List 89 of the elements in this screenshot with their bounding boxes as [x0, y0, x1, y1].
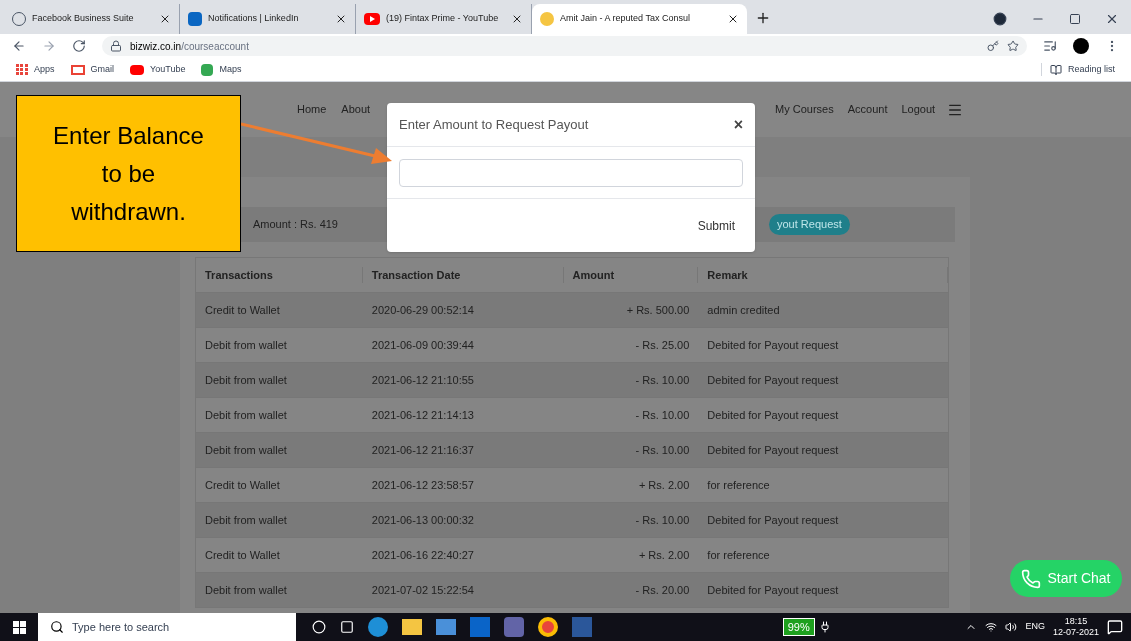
volume-icon[interactable] [1005, 621, 1018, 633]
table-cell-text: + Rs. 2.00 [637, 477, 691, 493]
nav-link[interactable]: My Courses [775, 101, 834, 118]
book-icon[interactable] [1049, 63, 1062, 76]
amount-input-field[interactable] [399, 158, 743, 187]
close-icon[interactable] [335, 13, 347, 25]
table-cell-text: Debit from wallet [204, 407, 288, 423]
table-cell-text: Debit from wallet [204, 337, 288, 353]
close-button[interactable]: × [733, 112, 743, 137]
notifications-icon[interactable] [1107, 619, 1123, 635]
queue-icon[interactable] [1043, 39, 1057, 53]
table-cell-text: Debited for Payout request [706, 512, 840, 528]
nav-link[interactable]: Logout [901, 101, 936, 118]
payout-request-button[interactable]: yout Request [769, 214, 850, 235]
table-cell-text: 2021-06-09 00:39:44 [370, 337, 475, 353]
table-cell-text: - Rs. 10.00 [634, 442, 691, 458]
wifi-icon[interactable] [985, 621, 998, 633]
whatsapp-icon [1021, 568, 1042, 589]
circle-icon[interactable] [993, 12, 1007, 26]
table-cell-text: - Rs. 10.00 [634, 512, 691, 528]
close-icon[interactable] [1105, 12, 1119, 26]
table-cell-text: 2021-07-02 15:22:54 [370, 582, 475, 598]
address-bar[interactable]: bizwiz.co.in/courseaccount [102, 36, 1027, 56]
table-cell-text: Debited for Payout request [706, 582, 840, 598]
table-cell-text: 2020-06-29 00:52:14 [370, 302, 475, 318]
table-cell-text: 2021-06-12 21:10:55 [370, 372, 475, 388]
taskbar-search-field[interactable]: Type here to search [38, 613, 296, 641]
table-cell-text: - Rs. 25.00 [634, 337, 691, 353]
nav-link[interactable]: Home [297, 101, 327, 118]
table-cell-text: Debited for Payout request [706, 337, 840, 353]
clock-date[interactable]: 12-07-2021 [1052, 627, 1099, 638]
annotation-callout: Enter Balance to be withdrawn. [16, 95, 241, 252]
column-header: Amount [563, 266, 699, 284]
star-icon[interactable] [1007, 40, 1019, 52]
nav-link[interactable]: About [341, 101, 371, 118]
grid-icon [16, 63, 28, 76]
bookmark-link[interactable]: Gmail [90, 62, 115, 77]
table-cell-text: Debit from wallet [204, 512, 288, 528]
reading-list-link[interactable]: Reading list [1067, 62, 1115, 77]
plug-icon [818, 621, 831, 633]
search-icon [50, 620, 64, 634]
column-header: Transactions [196, 266, 363, 284]
table-cell-text: Debit from wallet [204, 442, 288, 458]
language-indicator[interactable]: ENG [1025, 620, 1045, 634]
nav-link[interactable]: Account [847, 101, 888, 118]
reload-icon[interactable] [72, 39, 86, 53]
cortana-icon[interactable] [312, 620, 326, 634]
table-cell-text: Credit to Wallet [204, 477, 281, 493]
bookmark-link[interactable]: YouTube [150, 62, 186, 77]
maximize-icon[interactable] [1069, 13, 1081, 25]
table-cell-text: Debited for Payout request [706, 442, 840, 458]
table-cell-text: - Rs. 20.00 [634, 582, 691, 598]
close-icon[interactable] [511, 13, 523, 25]
table-cell-text: 2021-06-12 21:16:37 [370, 442, 475, 458]
table-cell-text: Debited for Payout request [706, 407, 840, 423]
task-view-icon[interactable] [340, 620, 354, 634]
back-icon[interactable] [12, 39, 26, 53]
column-header: Remark [698, 266, 948, 284]
battery-indicator: 99% [782, 617, 815, 637]
table-cell-text: Debit from wallet [204, 372, 288, 388]
table-cell-text: - Rs. 10.00 [634, 407, 691, 423]
table-cell-text: - Rs. 10.00 [634, 372, 691, 388]
table-cell-text: for reference [706, 547, 771, 563]
table-cell-text: 2021-06-12 23:58:57 [370, 477, 475, 493]
dialog-title: Enter Amount to Request Payout [399, 115, 589, 134]
new-tab-icon[interactable] [755, 10, 771, 26]
table-cell-text: 2021-06-12 21:14:13 [370, 407, 475, 423]
close-icon[interactable] [727, 13, 739, 25]
table-cell-text: for reference [706, 477, 771, 493]
column-header: Transaction Date [362, 266, 564, 284]
table-cell-text: Credit to Wallet [204, 302, 281, 318]
table-cell-text: + Rs. 2.00 [637, 547, 691, 563]
avatar-icon[interactable] [1073, 38, 1089, 54]
table-cell-text: + Rs. 500.00 [625, 302, 691, 318]
key-icon[interactable] [987, 40, 999, 52]
table-cell-text: Debit from wallet [204, 582, 288, 598]
table-cell-text: 2021-06-16 22:40:27 [370, 547, 475, 563]
table-cell-text: 2021-06-13 00:00:32 [370, 512, 475, 528]
table-cell-text: Debited for Payout request [706, 372, 840, 388]
table-cell-text: Credit to Wallet [204, 547, 281, 563]
bookmark-link[interactable]: Apps [34, 62, 55, 77]
submit-button[interactable]: Submit [697, 216, 735, 235]
lock-icon [110, 40, 122, 52]
bookmark-link[interactable]: Maps [219, 62, 242, 77]
close-icon[interactable] [159, 13, 171, 25]
clock-time[interactable]: 18:15 [1064, 616, 1088, 627]
table-cell-text: admin credited [706, 302, 781, 318]
browser-tab[interactable]: Amit Jain - A reputed Tax Consul [532, 4, 747, 34]
balance-text: Amount : Rs. 419 [253, 217, 338, 233]
